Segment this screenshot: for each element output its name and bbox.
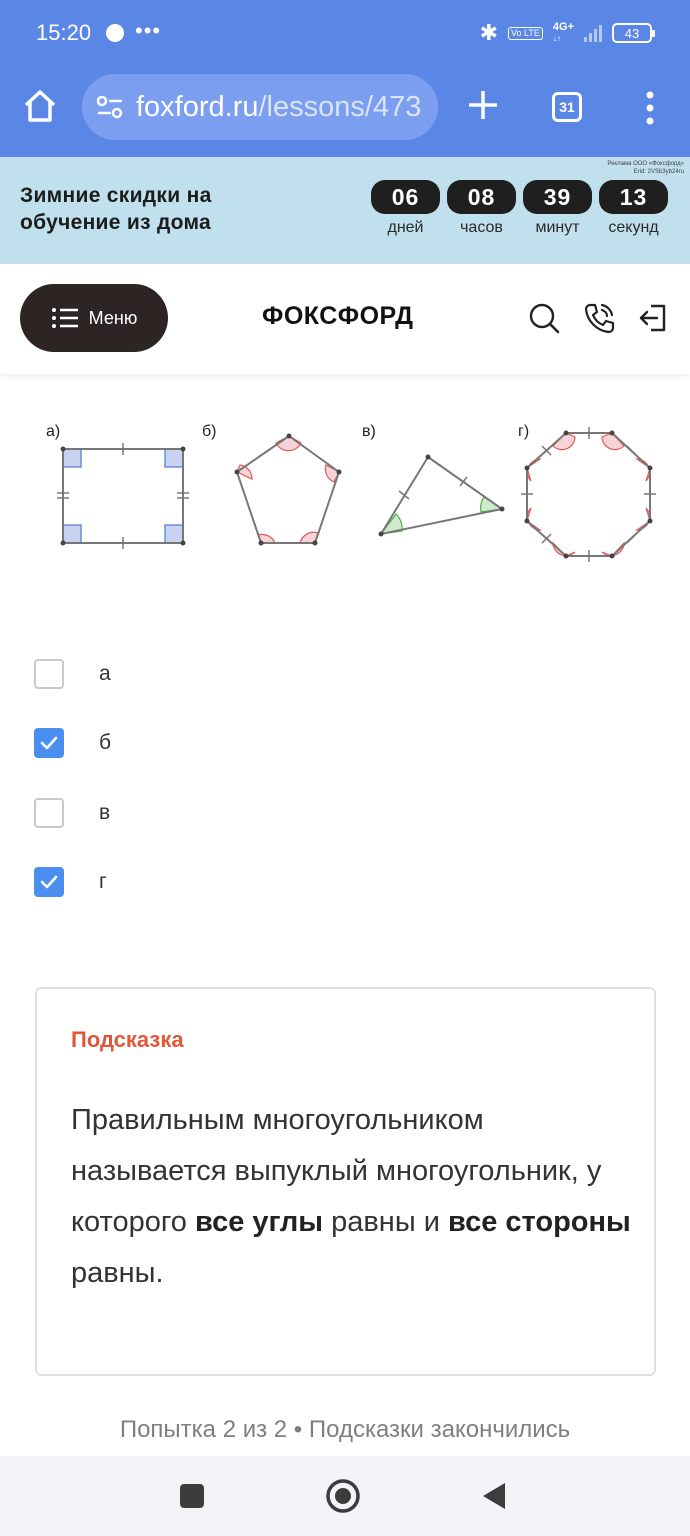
network-type: 4G+ ↓↑ (552, 21, 574, 44)
home-nav-icon[interactable] (323, 1476, 363, 1516)
brand-logo[interactable]: ФОКСФОРД (262, 302, 413, 331)
volte-badge: Vo LTE (508, 26, 543, 40)
clock: 15:20 (36, 20, 92, 45)
status-icons: ✱ Vo LTE 4G+ ↓↑ 43 (479, 20, 655, 46)
new-tab-icon[interactable] (466, 88, 500, 122)
menu-label: Меню (88, 307, 138, 328)
tab-switcher-button[interactable]: 31 (552, 92, 582, 122)
address-bar[interactable]: foxford.ru/lessons/473 (82, 74, 438, 140)
attempts-status: Попытка 2 из 2 • Подсказки закончились (119, 1416, 571, 1443)
countdown-seconds: 13 секунд (599, 180, 668, 237)
promo-banner[interactable]: Реклама ООО «Фоксфорд» Erid: 2VSb3yb24ru… (0, 157, 690, 264)
option-a[interactable]: а (34, 657, 274, 691)
more-notifications-icon: ••• (135, 18, 162, 43)
option-g-label: г (99, 870, 107, 893)
hint-card: Подсказка Правильным многоугольником наз… (35, 987, 656, 1376)
phone-icon[interactable] (583, 302, 615, 334)
browser-menu-icon[interactable] (640, 90, 660, 126)
site-header: Меню ФОКСФОРД (0, 264, 690, 374)
option-a-label: а (99, 662, 111, 685)
site-settings-icon[interactable] (96, 94, 124, 120)
option-v[interactable]: в (34, 796, 274, 830)
url-text: foxford.ru/lessons/473 (136, 91, 422, 123)
browser-toolbar: foxford.ru/lessons/473 31 (0, 66, 690, 157)
figure-label-b: б) (202, 423, 217, 440)
figure-label-g: г) (518, 423, 529, 440)
option-b-label: б (99, 731, 112, 754)
option-b[interactable]: б (34, 726, 274, 760)
countdown-hours: 08 часов (447, 180, 516, 237)
home-icon[interactable] (20, 86, 60, 126)
option-g-checkbox[interactable] (34, 867, 64, 897)
figure-pentagon: б) (202, 423, 342, 546)
figure-label-v: в) (362, 423, 376, 440)
battery-level: 43 (624, 25, 640, 41)
option-v-label: в (99, 801, 111, 824)
notification-dot-icon (106, 24, 124, 42)
figure-label-a: а) (46, 423, 60, 440)
option-a-checkbox[interactable] (34, 659, 64, 689)
figure-triangle: в) (362, 423, 505, 537)
signal-icon (584, 24, 602, 42)
option-g[interactable]: г (34, 865, 274, 899)
option-b-checkbox[interactable] (34, 728, 64, 758)
recent-apps-icon[interactable] (172, 1476, 212, 1516)
checkmark-icon (40, 736, 58, 750)
menu-button[interactable]: Меню (20, 284, 168, 352)
ad-legal-text: Реклама ООО «Фоксфорд» Erid: 2VSb3yb24ru (607, 161, 684, 175)
login-icon[interactable] (637, 302, 669, 334)
countdown-timer: 06 дней 08 часов 39 минут 13 секунд (371, 180, 668, 237)
hint-title: Подсказка (71, 1027, 184, 1052)
battery-icon: 43 (612, 23, 655, 43)
checkmark-icon (40, 875, 58, 889)
figure-octagon: г) (518, 423, 656, 562)
hint-text: Правильным многоугольником называется вы… (71, 1104, 631, 1289)
back-icon[interactable] (475, 1476, 515, 1516)
promo-headline: Зимние скидки на обучение из дома (20, 184, 212, 234)
bluetooth-icon: ✱ (479, 20, 499, 45)
system-navigation-bar (0, 1456, 690, 1536)
polygon-figures: а) б) в) г) (46, 423, 656, 562)
status-bar: 15:20 ••• ✱ Vo LTE 4G+ ↓↑ 43 (0, 0, 690, 66)
figure-square: а) (46, 423, 189, 549)
countdown-minutes: 39 минут (523, 180, 592, 237)
option-v-checkbox[interactable] (34, 798, 64, 828)
search-icon[interactable] (528, 302, 560, 334)
hamburger-icon (51, 308, 78, 328)
countdown-days: 06 дней (371, 180, 440, 237)
browser-chrome: 15:20 ••• ✱ Vo LTE 4G+ ↓↑ 43 foxford.ru/l… (0, 0, 690, 157)
